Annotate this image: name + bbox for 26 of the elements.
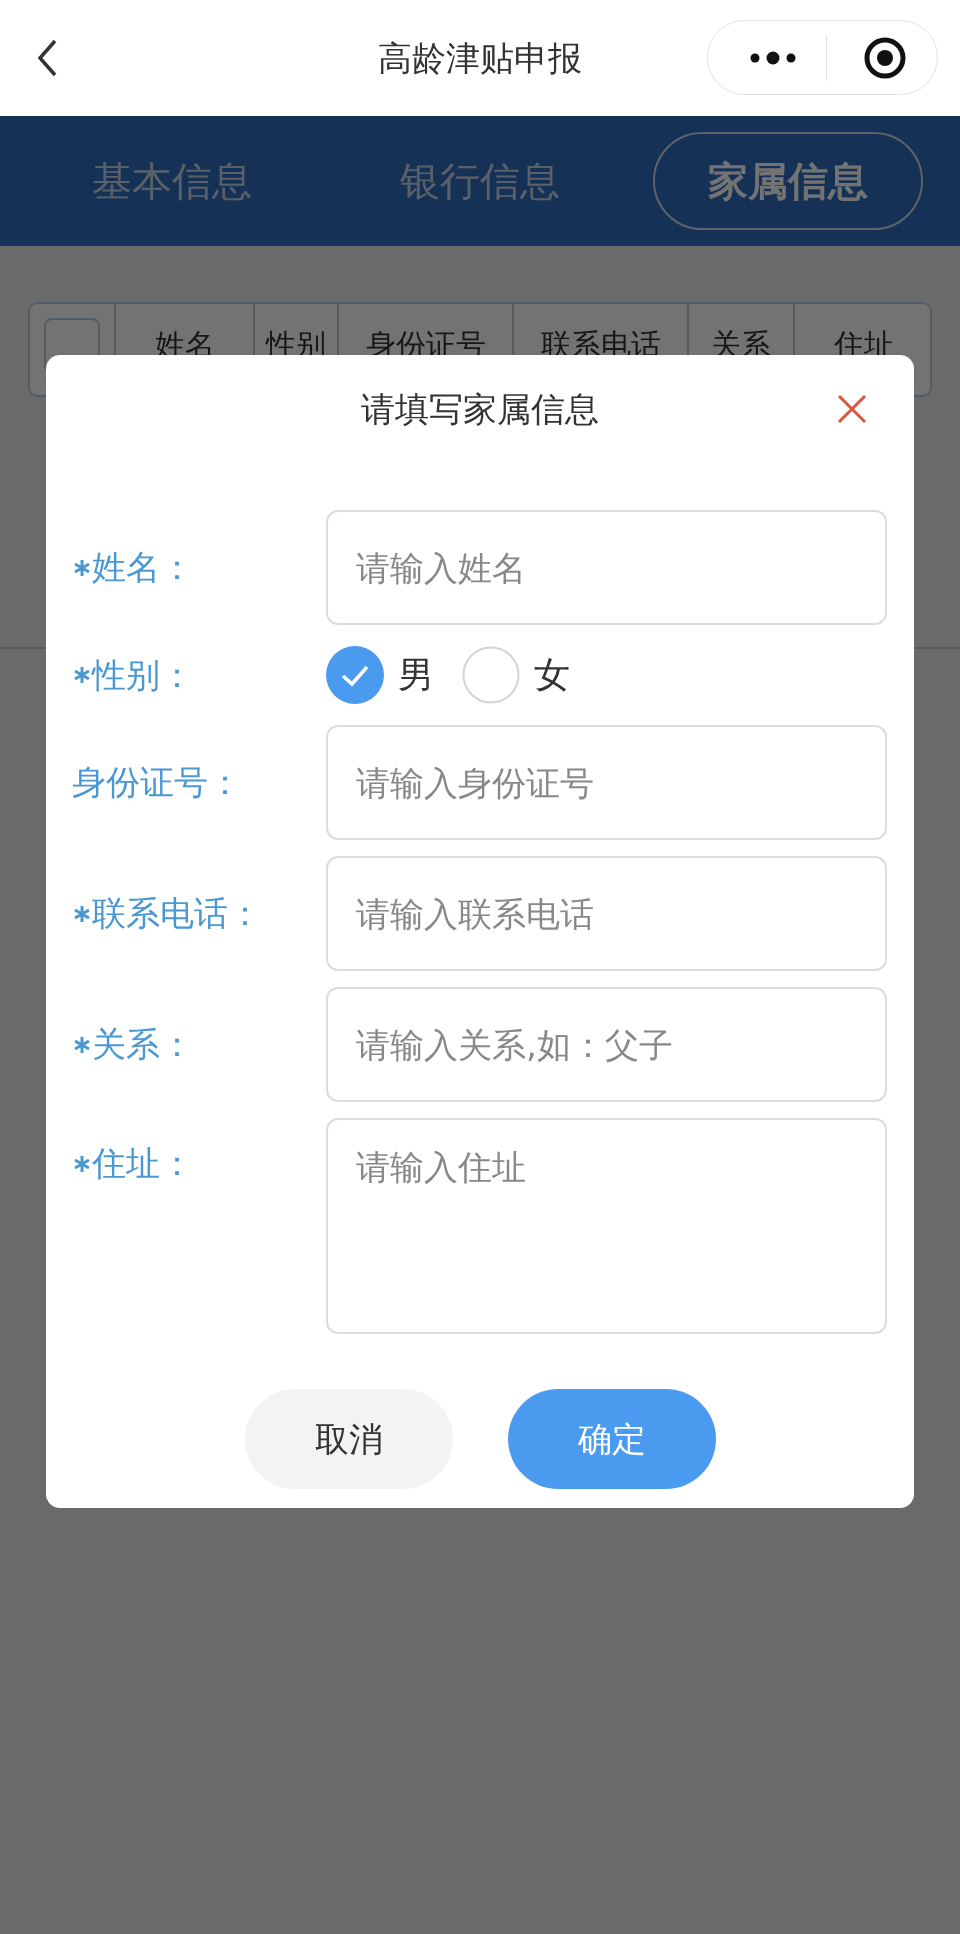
- input-field[interactable]: 请输入关系,如：父子: [326, 987, 887, 1102]
- radio-circle-icon[interactable]: [462, 646, 520, 704]
- more-icon[interactable]: [750, 50, 796, 65]
- close-mini-program-icon[interactable]: [863, 35, 907, 80]
- tab[interactable]: 基本信息: [37, 132, 307, 230]
- page-title: 高龄津贴申报: [377, 36, 583, 80]
- input-field[interactable]: 请输入姓名: [326, 510, 887, 625]
- tab[interactable]: 家属信息: [653, 132, 923, 230]
- input-field[interactable]: 请输入身份证号: [326, 725, 887, 840]
- tab[interactable]: 银行信息: [345, 132, 615, 230]
- radio-option[interactable]: 女: [462, 646, 570, 704]
- address-field[interactable]: 请输入住址: [326, 1118, 887, 1334]
- field-label: 姓名：: [92, 546, 194, 589]
- field-label: 身份证号：: [72, 761, 242, 804]
- dialog-title: 请填写家属信息: [361, 387, 599, 431]
- back-icon[interactable]: [36, 38, 58, 78]
- field-label: 关系：: [92, 1023, 194, 1066]
- radio-checked-icon[interactable]: [326, 646, 384, 704]
- radio-option[interactable]: 男: [326, 646, 434, 704]
- field-label: 联系电话：: [92, 892, 262, 935]
- close-icon[interactable]: [836, 393, 868, 425]
- field-label: 住址：: [92, 1142, 194, 1185]
- cancel-button[interactable]: 取消: [244, 1389, 453, 1489]
- input-field[interactable]: 请输入联系电话: [326, 856, 887, 971]
- confirm-button[interactable]: 确定: [507, 1389, 716, 1489]
- field-label: 性别：: [92, 653, 194, 697]
